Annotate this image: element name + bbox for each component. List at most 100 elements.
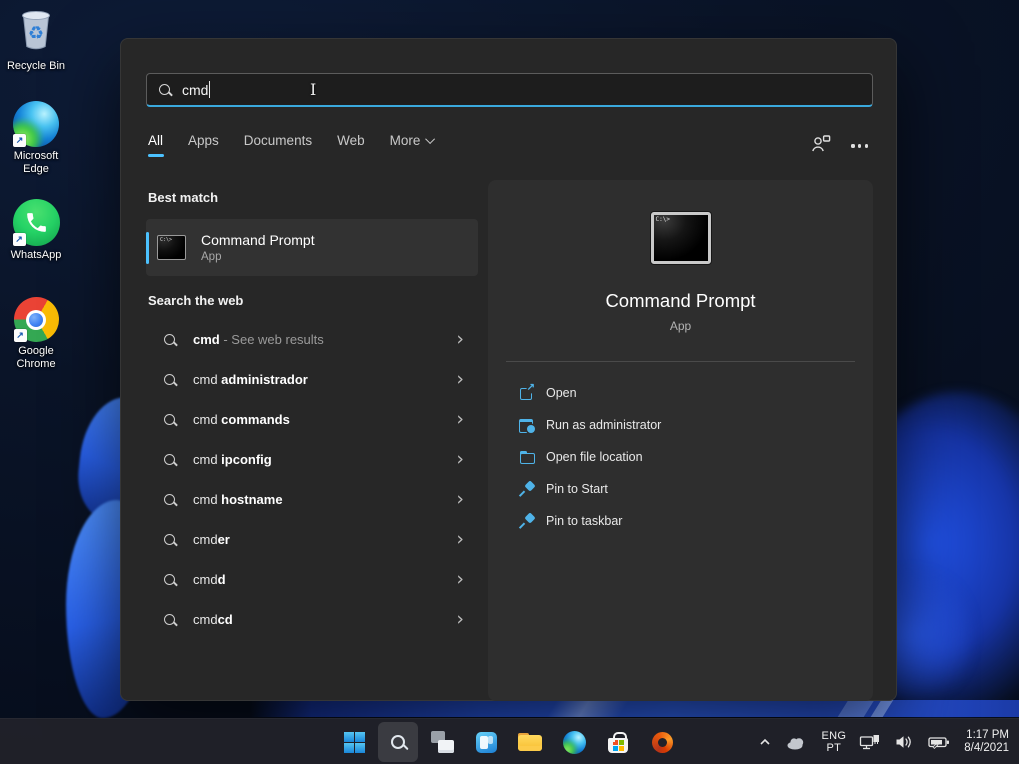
search-icon [164, 454, 175, 465]
suggestion-row[interactable]: cmd administrador › [146, 359, 478, 399]
windows-start-icon [344, 732, 365, 753]
volume-icon[interactable] [892, 725, 916, 759]
action-pin-to-start[interactable]: Pin to Start [488, 473, 873, 505]
wallpaper-light-streak [250, 700, 1019, 717]
widgets-icon [476, 732, 497, 753]
chevron-right-icon[interactable]: › [456, 370, 464, 389]
search-icon [164, 534, 175, 545]
taskbar-office-button[interactable] [642, 722, 682, 762]
language-indicator[interactable]: ENGPT [819, 725, 848, 759]
web-suggestions-list: cmd - See web results › cmd administrado… [146, 319, 478, 639]
suggestion-row[interactable]: cmdcd › [146, 599, 478, 639]
suggestion-row[interactable]: cmd hostname › [146, 479, 478, 519]
taskbar-start-button[interactable] [334, 722, 374, 762]
search-input[interactable]: cmd I [146, 73, 873, 107]
search-input-value: cmd [182, 82, 208, 98]
chevron-right-icon[interactable]: › [456, 450, 464, 469]
command-prompt-icon [651, 212, 711, 264]
suggestion-row[interactable]: cmder › [146, 519, 478, 559]
best-match-header: Best match [148, 190, 218, 205]
edge-icon [563, 731, 586, 754]
command-prompt-icon [157, 235, 186, 260]
office-icon [652, 732, 673, 753]
tray-overflow-chevron-icon[interactable] [755, 725, 775, 759]
desktop-icon-whatsapp[interactable]: WhatsApp [0, 199, 72, 262]
account-options-icon[interactable] [811, 134, 831, 158]
action-open-file-location[interactable]: Open file location [488, 441, 873, 473]
desktop-icon-google-chrome[interactable]: Google Chrome [0, 297, 72, 370]
tab-web[interactable]: Web [337, 133, 365, 157]
whatsapp-icon [13, 199, 60, 246]
more-options-icon[interactable] [851, 137, 868, 155]
action-run-as-administrator[interactable]: Run as administrator [488, 409, 873, 441]
chevron-down-icon [425, 134, 435, 144]
taskbar-search-button[interactable] [378, 722, 418, 762]
best-match-title: Command Prompt [201, 232, 315, 248]
chevron-right-icon[interactable]: › [456, 490, 464, 509]
pin-icon [519, 481, 535, 497]
desktop-icon-label: Microsoft Edge [2, 150, 70, 175]
taskbar-task-view-button[interactable] [422, 722, 462, 762]
search-icon [164, 614, 175, 625]
network-icon[interactable] [857, 725, 883, 759]
tab-all[interactable]: All [148, 133, 163, 157]
shortcut-arrow-icon [13, 233, 26, 246]
best-match-subtitle: App [201, 251, 315, 263]
onedrive-cloud-icon[interactable] [784, 725, 810, 759]
taskbar-edge-button[interactable] [554, 722, 594, 762]
wallpaper-light-streak [871, 700, 894, 717]
microsoft-store-icon [608, 738, 628, 753]
chevron-right-icon[interactable]: › [456, 570, 464, 589]
suggestion-row[interactable]: cmd ipconfig › [146, 439, 478, 479]
recycle-bin-icon: ♻ [16, 5, 56, 57]
taskbar-clock[interactable]: 1:17 PM8/4/2021 [962, 725, 1011, 759]
admin-shield-icon [519, 417, 535, 433]
task-view-icon [431, 731, 454, 753]
chevron-right-icon[interactable]: › [456, 330, 464, 349]
search-web-header: Search the web [148, 293, 243, 308]
search-icon [391, 735, 405, 749]
open-icon [519, 385, 535, 401]
folder-icon [519, 449, 535, 465]
chevron-right-icon[interactable]: › [456, 530, 464, 549]
desktop-icon-label: Recycle Bin [7, 60, 65, 73]
file-explorer-icon [518, 733, 542, 752]
suggestion-row[interactable]: cmd - See web results › [146, 319, 478, 359]
search-icon [164, 494, 175, 505]
edge-icon [13, 101, 59, 147]
chrome-icon [14, 297, 59, 342]
search-icon [164, 334, 175, 345]
result-preview-pane: Command Prompt App Open Run as administr… [488, 180, 873, 701]
chevron-right-icon[interactable]: › [456, 410, 464, 429]
tab-apps[interactable]: Apps [188, 133, 219, 157]
wallpaper-light-streak [547, 700, 630, 717]
search-icon [164, 374, 175, 385]
desktop-icon-recycle-bin[interactable]: ♻ Recycle Bin [0, 5, 72, 73]
search-flyout-panel: cmd I All Apps Documents Web More Best m… [120, 38, 897, 701]
svg-text:♻: ♻ [28, 23, 44, 43]
taskbar-file-explorer-button[interactable] [510, 722, 550, 762]
divider [506, 361, 855, 362]
suggestion-row[interactable]: cmd commands › [146, 399, 478, 439]
taskbar: ENGPT [0, 718, 1019, 764]
best-match-result[interactable]: Command Prompt App [146, 219, 478, 276]
action-open[interactable]: Open [488, 377, 873, 409]
shortcut-arrow-icon [14, 329, 27, 342]
tab-documents[interactable]: Documents [244, 133, 312, 157]
pin-icon [519, 513, 535, 529]
suggestion-row[interactable]: cmdd › [146, 559, 478, 599]
wallpaper-light-streak [838, 700, 875, 717]
taskbar-store-button[interactable] [598, 722, 638, 762]
shortcut-arrow-icon [13, 134, 26, 147]
search-icon [164, 574, 175, 585]
taskbar-widgets-button[interactable] [466, 722, 506, 762]
tab-more[interactable]: More [390, 133, 436, 157]
search-icon [159, 84, 170, 95]
desktop-icon-label: Google Chrome [2, 345, 70, 370]
battery-charging-icon[interactable] [925, 725, 953, 759]
selection-accent-bar [146, 232, 149, 264]
desktop-icon-microsoft-edge[interactable]: Microsoft Edge [0, 101, 72, 175]
action-pin-to-taskbar[interactable]: Pin to taskbar [488, 505, 873, 537]
chevron-right-icon[interactable]: › [456, 610, 464, 629]
tray-time: 1:17 PM [966, 729, 1009, 741]
